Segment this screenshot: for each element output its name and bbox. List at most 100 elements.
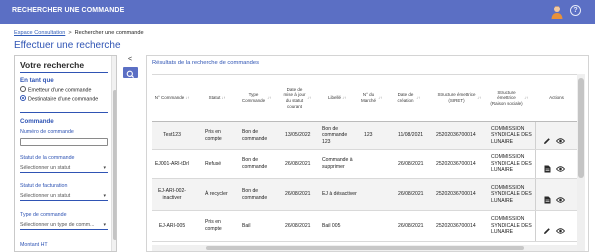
statut-commande-select[interactable]: Sélectionner un statut ▾ [20,163,108,173]
divider [20,72,108,73]
radio-destinataire[interactable]: Destinataire d'une commande [20,95,98,105]
column-header-numero[interactable]: N° Commande ↓↑ [152,75,192,121]
breadcrumb-link-espace-consultation[interactable]: Espace Consultation [14,30,65,36]
actions-divider [535,179,536,210]
column-header-libelle[interactable]: Libellé ↓↑ [320,75,354,121]
actions-divider [535,122,536,149]
vertical-scrollbar[interactable] [577,74,585,251]
cell-numero[interactable]: EJ001-ARI-tDrl [152,150,192,178]
cell-type: Bail [242,222,251,229]
chevron-down-icon: ▾ [103,222,106,228]
cell-numero[interactable]: EJ-ARI-005 [152,211,192,241]
sort-icon: ↓↑ [307,95,311,101]
radio-button-checked-icon[interactable] [20,95,26,101]
statut-facturation-label: Statut de facturation [20,183,68,189]
table-header: N° Commande ↓↑ Statut ↓↑ Type Commande ↓↑ D… [152,74,577,122]
sort-icon: ↓↑ [267,95,271,101]
chevron-down-icon: ▾ [103,165,106,171]
breadcrumb: Espace Consultation > Rechercher une comma… [14,30,144,36]
search-icon [126,70,135,79]
user-avatar-icon[interactable] [551,5,563,19]
en-tant-que-label: En tant que [20,77,54,84]
cell-siret: 25202036700014 [436,132,476,139]
column-header-date-maj[interactable]: Date de mise à jour du statut courant ↓↑ [283,75,311,121]
column-header-raison-sociale[interactable]: Structure émettrice (Raison sociale) ↓↑ [490,75,528,121]
table-row[interactable]: Test123 Pris en compte Bon de commande 1… [152,122,577,150]
breadcrumb-separator: > [68,30,72,36]
scrollbar-thumb[interactable] [578,78,584,178]
cell-marche [361,179,389,210]
column-header-siret[interactable]: Structure émettrice (SIRET) ↓↑ [437,75,481,121]
column-header-type[interactable]: Type Commande ↓↑ [241,75,271,121]
sort-icon: ↓↑ [378,95,382,101]
table-row[interactable]: EJ001-ARI-tDrl Refusé Bon de commande 26… [152,150,577,179]
chevron-down-icon: ▾ [103,193,106,199]
cell-type: Bon de commande [242,128,268,142]
view-eye-icon[interactable] [555,191,566,203]
app-root: RECHERCHER UNE COMMANDE ? Espace Consult… [0,0,595,252]
cell-date-maj: 13/05/2022 [285,132,311,139]
help-circle-icon[interactable]: ? [570,5,581,16]
statut-commande-placeholder: Sélectionner un statut [20,165,71,171]
cell-siret: 25202036700014 [436,191,476,198]
sort-icon: ↓↑ [416,95,420,101]
actions-divider [535,211,536,241]
cell-libelle: EJ à désactiver [322,191,357,198]
table-row[interactable]: EJ-ARI-002-inactiver À recycler Bon de c… [152,179,577,211]
search-button[interactable] [123,67,138,79]
sort-icon: ↓↑ [221,95,226,101]
actions-divider [535,150,536,178]
radio-button-icon[interactable] [20,86,26,92]
table-row[interactable]: EJ-ARI-005 Pris en compte Bail 26/08/202… [152,211,577,242]
app-title: RECHERCHER UNE COMMANDE [12,7,125,14]
radio-emetteur-label: Emetteur d'une commande [28,87,92,94]
type-commande-select[interactable]: Sélectionner un type de comm... ▾ [20,220,108,230]
column-header-marche[interactable]: N° du Marché ↓↑ [360,75,382,121]
montant-ht-label: Montant HT [20,242,48,248]
cell-type: Bon de commande [242,187,268,201]
cell-siret: 25202036700014 [436,222,476,229]
cell-siret: 25202036700014 [436,160,476,167]
numero-commande-input[interactable] [20,138,108,146]
chevron-left-icon: < [127,56,133,63]
horizontal-scrollbar[interactable] [152,245,577,251]
search-panel-title: Votre recherche [20,60,85,70]
cell-libelle: Bon de commande 123 [322,125,348,145]
cell-date-maj: 26/08/2021 [285,222,311,229]
column-header-date-creation[interactable]: Date de création ↓↑ [396,75,420,121]
scrollbar-thumb[interactable] [206,246,524,250]
cell-libelle: Bail 005 [322,222,341,229]
search-panel-scrollbar[interactable] [111,56,116,251]
sort-icon: ↓↑ [524,95,528,101]
cell-marche: 123 [364,132,373,139]
view-eye-icon[interactable] [555,160,566,172]
commande-section-label: Commande [20,118,54,125]
cell-libelle: Commande à supprimer [322,157,353,170]
cell-date-creation: 26/08/2021 [398,191,424,198]
cell-numero[interactable]: EJ-ARI-002-inactiver [152,179,192,210]
radio-emetteur[interactable]: Emetteur d'une commande [20,86,92,96]
column-header-statut[interactable]: Statut ↓↑ [204,75,230,121]
cell-date-creation: 26/08/2021 [398,222,424,229]
document-icon[interactable] [544,191,551,204]
scrollbar-thumb[interactable] [113,90,116,240]
cell-numero[interactable]: Test123 [152,122,192,149]
document-icon[interactable] [544,160,551,173]
statut-facturation-select[interactable]: Sélectionner un statut ▾ [20,191,108,201]
collapse-panel-button[interactable]: < [123,55,137,65]
edit-icon[interactable] [543,132,551,144]
cell-date-maj: 26/08/2021 [285,191,311,198]
cell-date-creation: 11/08/2021 [398,132,424,139]
cell-raison-sociale: COMMISSION SYNDICALE DES LUNAIRE [491,216,532,236]
cell-type: Bon de commande [242,157,268,170]
sort-icon: ↓↑ [477,95,481,101]
cell-date-creation: 26/08/2021 [398,160,424,167]
sort-icon: ↓↑ [342,95,346,101]
view-eye-icon[interactable] [555,132,566,144]
edit-icon[interactable] [543,222,551,234]
divider [20,112,108,113]
column-header-actions: Actions [549,95,564,101]
view-eye-icon[interactable] [555,222,566,234]
cell-statut: À recycler [205,191,228,198]
results-panel: Résultats de la recherche de commandes N… [146,55,589,252]
